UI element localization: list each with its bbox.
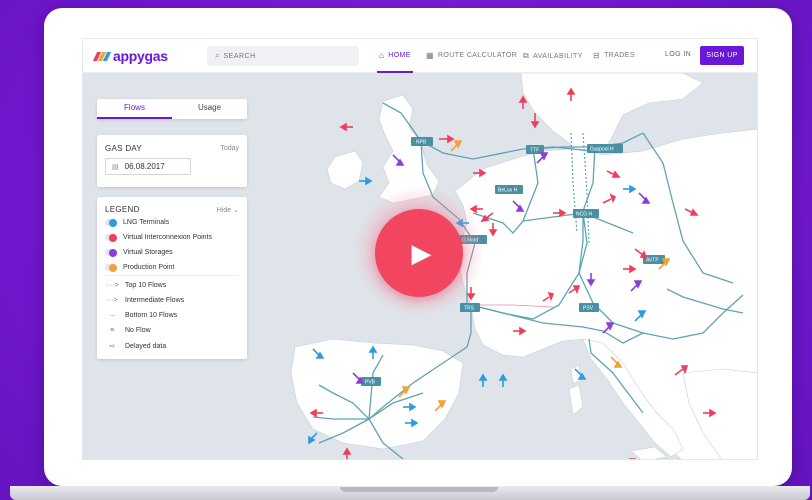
legend-bottom-10-flows: → Bottom 10 Flows (105, 312, 178, 319)
play-video-button[interactable]: ▶ (375, 209, 463, 297)
svg-text:NCG H: NCG H (576, 212, 593, 218)
logo-text: appygas (113, 48, 168, 64)
legend-hide-link[interactable]: Hide ⌄ (217, 206, 239, 214)
legend-intermediate-flows: ···> Intermediate Flows (106, 297, 185, 304)
toggle-switch[interactable] (105, 248, 117, 257)
login-link[interactable]: LOG IN (665, 51, 691, 58)
home-icon: ⌂ (379, 51, 385, 60)
flows-usage-tabs: Flows Usage (97, 99, 247, 119)
home-active-indicator (377, 71, 413, 73)
chevron-down-icon: ⌄ (233, 207, 239, 214)
gas-day-date: 06.08.2017 (124, 162, 165, 171)
arrow-icon: → (108, 312, 116, 319)
today-link[interactable]: Today (220, 145, 239, 152)
nav-route-calculator[interactable]: ▦ ROUTE CALCULATOR (426, 51, 517, 60)
tab-usage[interactable]: Usage (172, 99, 247, 119)
search-input[interactable] (223, 52, 354, 60)
svg-text:PSV: PSV (583, 306, 594, 312)
legend-delayed-data: ⇨ Delayed data (105, 342, 166, 351)
search-box[interactable]: ⌕ (207, 46, 359, 66)
svg-text:TRS: TRS (464, 306, 475, 312)
dashed-arrow-icon: ···> (106, 297, 118, 304)
toggle-virtual-storages[interactable]: Virtual Storages (105, 248, 173, 257)
gas-day-date-picker[interactable]: ▤ 06.08.2017 (105, 158, 191, 175)
svg-text:Gaspool H: Gaspool H (590, 147, 614, 153)
toggle-switch[interactable] (105, 233, 117, 242)
legend-no-flow: ≡ No Flow (105, 327, 151, 334)
toggle-lng-terminals[interactable]: LNG Terminals (105, 218, 169, 227)
toggle-switch[interactable] (105, 263, 117, 272)
calendar-icon: ▤ (112, 163, 119, 171)
nav-trades[interactable]: ⊟ TRADES (593, 51, 635, 60)
legend-title: LEGEND (105, 205, 140, 214)
top-nav: appygas ⌕ ⌂ HOME ▦ ROUTE CALCULATOR ⧉ AV… (83, 39, 757, 73)
dotted-arrow-icon: ····> (105, 282, 119, 289)
svg-text:BeLux H: BeLux H (498, 188, 518, 194)
search-icon: ⌕ (215, 51, 220, 60)
laptop-notch (340, 487, 498, 492)
svg-text:AVTP: AVTP (646, 258, 659, 264)
app-screen: NPB TTF Gaspool H BeLux H NCG H G.Nord A… (82, 38, 758, 460)
legend-divider (105, 275, 239, 276)
nav-availability[interactable]: ⧉ AVAILABILITY (523, 51, 583, 61)
svg-text:TTF: TTF (530, 148, 539, 154)
trades-icon: ⊟ (593, 51, 601, 60)
legend-top-10-flows: ····> Top 10 Flows (105, 282, 167, 289)
toggle-virtual-interconnexion-points[interactable]: Virtual Interconnexion Points (105, 233, 212, 242)
svg-text:PVB: PVB (365, 380, 376, 386)
legend-panel: LEGEND Hide ⌄ LNG Terminals Virtual Inte… (97, 197, 247, 359)
hollow-arrow-icon: ⇨ (109, 343, 115, 350)
land-sardinia (568, 384, 584, 416)
tab-flows[interactable]: Flows (97, 99, 172, 119)
gas-day-title: GAS DAY (105, 144, 143, 153)
toggle-production-point[interactable]: Production Point (105, 263, 174, 272)
toggle-switch[interactable] (105, 218, 117, 227)
land-ireland (326, 150, 364, 190)
calculator-icon: ▦ (426, 51, 434, 60)
signup-button[interactable]: SIGN UP (700, 46, 744, 65)
no-flow-icon: ≡ (109, 327, 115, 334)
svg-text:NPB: NPB (416, 140, 427, 146)
logo-mark-icon (92, 51, 112, 61)
nav-home[interactable]: ⌂ HOME (379, 51, 411, 60)
gas-day-panel: GAS DAY Today ▤ 06.08.2017 (97, 135, 247, 187)
availability-icon: ⧉ (523, 51, 530, 60)
logo[interactable]: appygas (92, 48, 168, 64)
play-icon: ▶ (411, 237, 432, 268)
